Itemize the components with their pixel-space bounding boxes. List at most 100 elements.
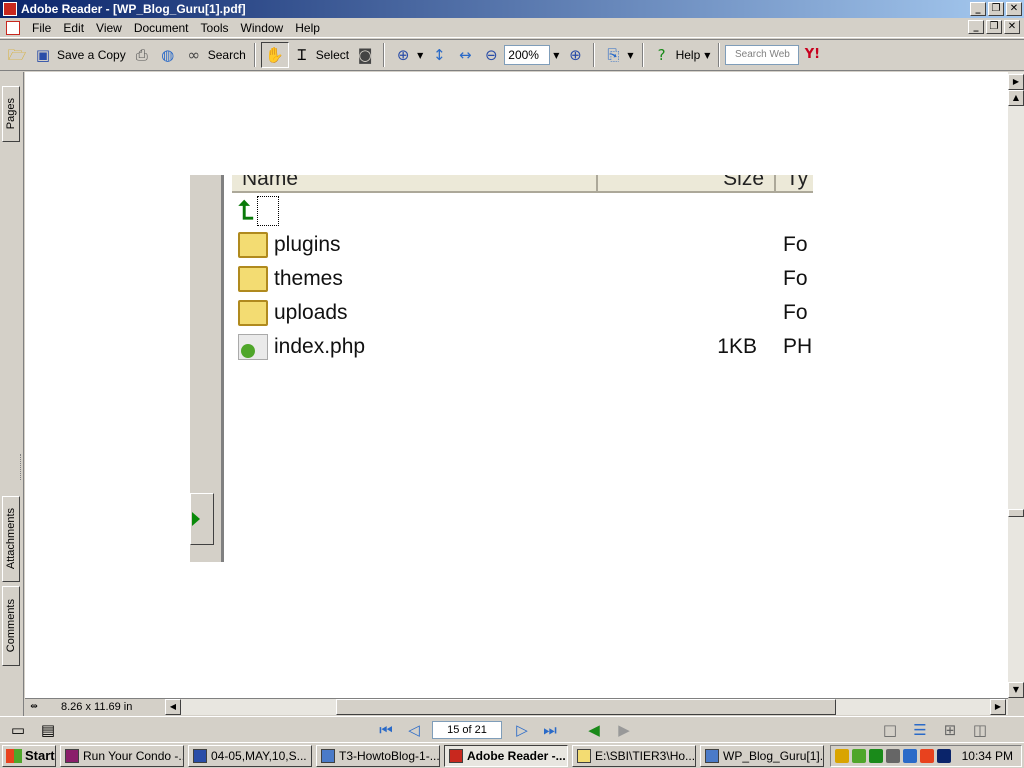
actual-size-button[interactable]: ↕ (426, 42, 452, 68)
task-button[interactable]: E:\SBI\TIER3\Ho... (572, 744, 696, 767)
minimize-button[interactable]: _ (970, 2, 986, 16)
document-icon[interactable] (6, 20, 20, 35)
task-button-active[interactable]: Adobe Reader -... (444, 744, 568, 767)
file-name: themes (274, 267, 343, 290)
file-row: uploads Fo (238, 297, 813, 329)
hand-tool-button[interactable]: ✋ (260, 42, 289, 68)
close-button[interactable]: ✕ (1006, 2, 1022, 16)
chevron-down-icon[interactable]: ▼ (417, 51, 423, 60)
scroll-left-button[interactable]: ◀ (165, 699, 181, 715)
zoom-in-tool-button[interactable]: ⊕ ▼ (390, 42, 426, 68)
parent-folder-row: ⮤ (238, 193, 294, 229)
word-icon (193, 748, 207, 763)
select-tool-button[interactable]: Ɪ Select (289, 42, 352, 68)
print-button[interactable]: ⎙ (129, 42, 155, 68)
menu-document[interactable]: Document (128, 19, 195, 37)
vertical-scrollbar[interactable]: ▶ ▲ ▼ (1008, 72, 1024, 698)
split-icon[interactable]: ⇹ (25, 697, 43, 717)
status-bar: ⇹ 8.26 x 11.69 in ◀ ▶ (25, 698, 1008, 715)
go-forward-icon[interactable]: ▶ (614, 720, 634, 740)
rotate-button[interactable]: ⎘ ▼ (600, 42, 636, 68)
comments-tab[interactable]: Comments (2, 586, 20, 666)
continuous-facing-icon[interactable]: ◫ (970, 720, 990, 740)
zoom-dropdown[interactable]: ▼ (550, 42, 562, 68)
search-web-input[interactable]: Search Web (725, 45, 800, 65)
last-page-icon[interactable]: ⏭ (540, 720, 560, 740)
file-size: 1KB (717, 335, 757, 358)
tray-icon[interactable] (937, 748, 951, 763)
pages-tab[interactable]: Pages (2, 86, 20, 142)
rotate-page-icon: ⎘ (607, 46, 620, 64)
zoom-input[interactable]: 200% (504, 45, 551, 65)
folder-open-icon: 🗁 (7, 46, 27, 64)
comments-tab-label: Comments (5, 599, 17, 653)
task-button[interactable]: WP_Blog_Guru[1]... (700, 744, 824, 767)
fit-width-button[interactable]: ↔ (452, 42, 478, 68)
page-layout-icon[interactable]: ▭ (8, 720, 28, 740)
restore-button[interactable]: ❐ (988, 2, 1004, 16)
attachments-tab[interactable]: Attachments (2, 496, 20, 582)
scroll-right-button[interactable]: ▶ (990, 699, 1006, 715)
scroll-up-button[interactable]: ▲ (1008, 90, 1024, 106)
hand-icon: ✋ (265, 46, 285, 64)
zoom-out-button[interactable]: ⊖ (478, 42, 504, 68)
pane-splitter[interactable] (20, 454, 24, 480)
menu-edit[interactable]: Edit (57, 19, 90, 37)
page-number-input[interactable]: 15 of 21 (432, 720, 502, 739)
tray-icon[interactable] (869, 748, 883, 763)
attachments-tab-label: Attachments (5, 508, 17, 570)
windows-logo-icon (6, 748, 22, 763)
column-type-header: Ty (786, 175, 809, 190)
tray-icon[interactable] (903, 748, 917, 763)
task-button[interactable]: 04-05,MAY,10,S... (188, 744, 312, 767)
vertical-scroll-thumb[interactable] (1008, 509, 1024, 517)
yahoo-button[interactable]: Y! (799, 42, 825, 68)
save-copy-button[interactable]: ▣ Save a Copy (30, 42, 129, 68)
help-button[interactable]: ? Help ▼ (649, 42, 714, 68)
start-button[interactable]: Start (2, 744, 56, 767)
fit-width-icon: ↔ (458, 46, 472, 64)
document-view[interactable]: Name Size Ty ⮤ plugins Fo themes Fo uplo… (25, 72, 1008, 698)
expand-right-pane-button[interactable]: ▶ (1008, 74, 1024, 90)
tray-icon[interactable] (886, 748, 900, 763)
zoom-in-icon: ⊕ (569, 46, 582, 64)
task-button[interactable]: Run Your Condo -... (60, 744, 184, 767)
menu-file[interactable]: File (26, 19, 57, 37)
search-button[interactable]: ∞ Search (181, 42, 249, 68)
single-page-icon[interactable]: □ (880, 720, 900, 740)
menu-tools[interactable]: Tools (195, 19, 235, 37)
tray-icon[interactable] (920, 748, 934, 763)
open-button[interactable]: 🗁 (4, 42, 30, 68)
scroll-down-button[interactable]: ▼ (1008, 682, 1024, 698)
tray-icon[interactable] (852, 748, 866, 763)
next-page-icon[interactable]: ▷ (512, 720, 532, 740)
file-row: index.php 1KB PH (238, 331, 813, 363)
horizontal-scroll-thumb[interactable] (336, 699, 836, 715)
menu-help[interactable]: Help (289, 19, 326, 37)
first-page-icon[interactable]: ⏮ (376, 720, 396, 740)
zoom-out-icon: ⊖ (484, 46, 498, 64)
snapshot-button[interactable]: ◙ (352, 42, 378, 68)
doc-minimize-button[interactable]: _ (968, 20, 984, 34)
column-name-header: Name (232, 175, 598, 193)
doc-close-button[interactable]: ✕ (1004, 20, 1020, 34)
printer-icon: ⎙ (135, 46, 148, 64)
thumbnail-icon[interactable]: ▤ (38, 720, 58, 740)
menu-window[interactable]: Window (235, 19, 290, 37)
document-icon (321, 748, 335, 763)
floppy-disk-icon: ▣ (35, 46, 51, 64)
email-button[interactable]: ◍ (155, 42, 181, 68)
column-size-header: Size (598, 175, 776, 193)
pages-tab-label: Pages (5, 98, 17, 130)
doc-restore-button[interactable]: ❐ (986, 20, 1002, 34)
tray-icon[interactable] (835, 748, 849, 763)
go-back-icon[interactable]: ◀ (584, 720, 604, 740)
previous-page-icon[interactable]: ◁ (404, 720, 424, 740)
clock[interactable]: 10:34 PM (962, 749, 1013, 763)
horizontal-scrollbar[interactable]: ◀ ▶ (165, 699, 1008, 715)
task-button[interactable]: T3-HowtoBlog-1-... (316, 744, 440, 767)
zoom-in-button[interactable]: ⊕ (562, 42, 588, 68)
continuous-icon[interactable]: ☰ (910, 720, 930, 740)
menu-view[interactable]: View (90, 19, 128, 37)
facing-icon[interactable]: ⊞ (940, 720, 960, 740)
